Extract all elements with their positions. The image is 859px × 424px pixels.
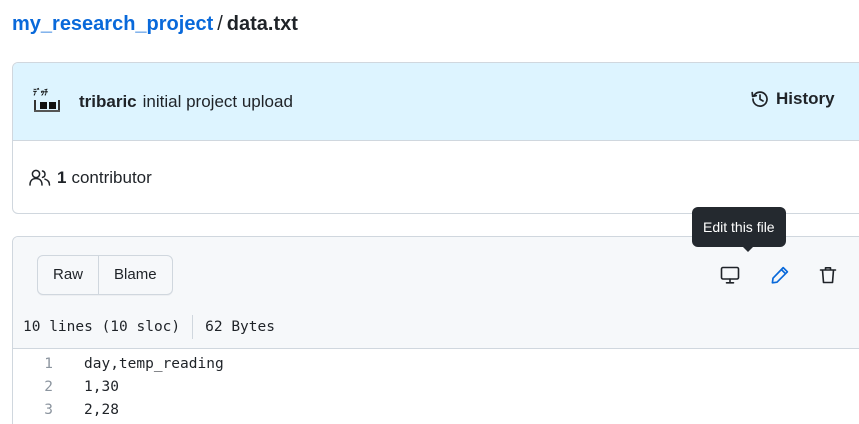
code-line: 3 2,28 — [13, 399, 859, 422]
file-name: data.txt — [226, 13, 298, 35]
file-button-group: Raw Blame — [37, 255, 173, 295]
contributor-label: contributor — [71, 167, 152, 187]
code-line: 1 day,temp_reading — [13, 353, 859, 376]
file-info: 10 lines (10 sloc) 62 Bytes — [23, 315, 275, 339]
tooltip-arrow — [742, 246, 754, 252]
pencil-icon — [771, 266, 789, 284]
line-content: 2,28 — [84, 402, 119, 418]
commit-header: ﾃﾞｯﾁ tribaric initial project upload His… — [13, 63, 859, 141]
contributor-count: 1 — [57, 167, 67, 187]
blame-button[interactable]: Blame — [98, 256, 172, 294]
latest-commit-box: ﾃﾞｯﾁ tribaric initial project upload His… — [12, 62, 859, 214]
history-icon — [751, 91, 768, 107]
code-view: 1 day,temp_reading 2 1,30 3 2,28 — [13, 349, 859, 422]
open-in-desktop-button[interactable] — [716, 261, 744, 289]
history-label: History — [776, 89, 835, 108]
line-number[interactable]: 2 — [13, 376, 69, 399]
code-line: 2 1,30 — [13, 376, 859, 399]
avatar-icon[interactable]: ﾃﾞｯﾁ — [31, 88, 63, 116]
line-count: 10 lines (10 sloc) — [23, 319, 181, 335]
line-content: day,temp_reading — [84, 356, 224, 372]
file-size: 62 Bytes — [205, 319, 275, 335]
display-icon — [720, 266, 740, 284]
line-content: 1,30 — [84, 379, 119, 395]
file-info-divider — [192, 315, 194, 339]
edit-file-tooltip: Edit this file — [692, 207, 786, 247]
line-number[interactable]: 3 — [13, 399, 69, 422]
file-header: Raw Blame 10 lines (10 sloc) 62 Bytes — [13, 237, 859, 349]
edit-file-button[interactable] — [766, 261, 794, 289]
breadcrumb-separator: / — [217, 13, 223, 35]
raw-button[interactable]: Raw — [38, 256, 98, 294]
repo-link[interactable]: my_research_project — [12, 13, 213, 35]
trash-icon — [819, 267, 837, 284]
page: my_research_project / data.txt ﾃﾞｯﾁ tribar… — [0, 0, 859, 424]
commit-author-link[interactable]: tribaric — [79, 92, 137, 112]
contributors-row[interactable]: 1 contributor — [13, 141, 859, 213]
history-button[interactable]: History — [750, 89, 835, 109]
line-number[interactable]: 1 — [13, 353, 69, 376]
people-icon — [29, 169, 51, 186]
file-view: Raw Blame 10 lines (10 sloc) 62 Bytes 1 … — [12, 236, 859, 424]
avatar-text: ﾃﾞｯﾁ — [33, 87, 48, 97]
delete-file-button[interactable] — [814, 261, 842, 289]
breadcrumb: my_research_project / data.txt — [12, 11, 298, 37]
commit-message[interactable]: initial project upload — [143, 92, 293, 112]
